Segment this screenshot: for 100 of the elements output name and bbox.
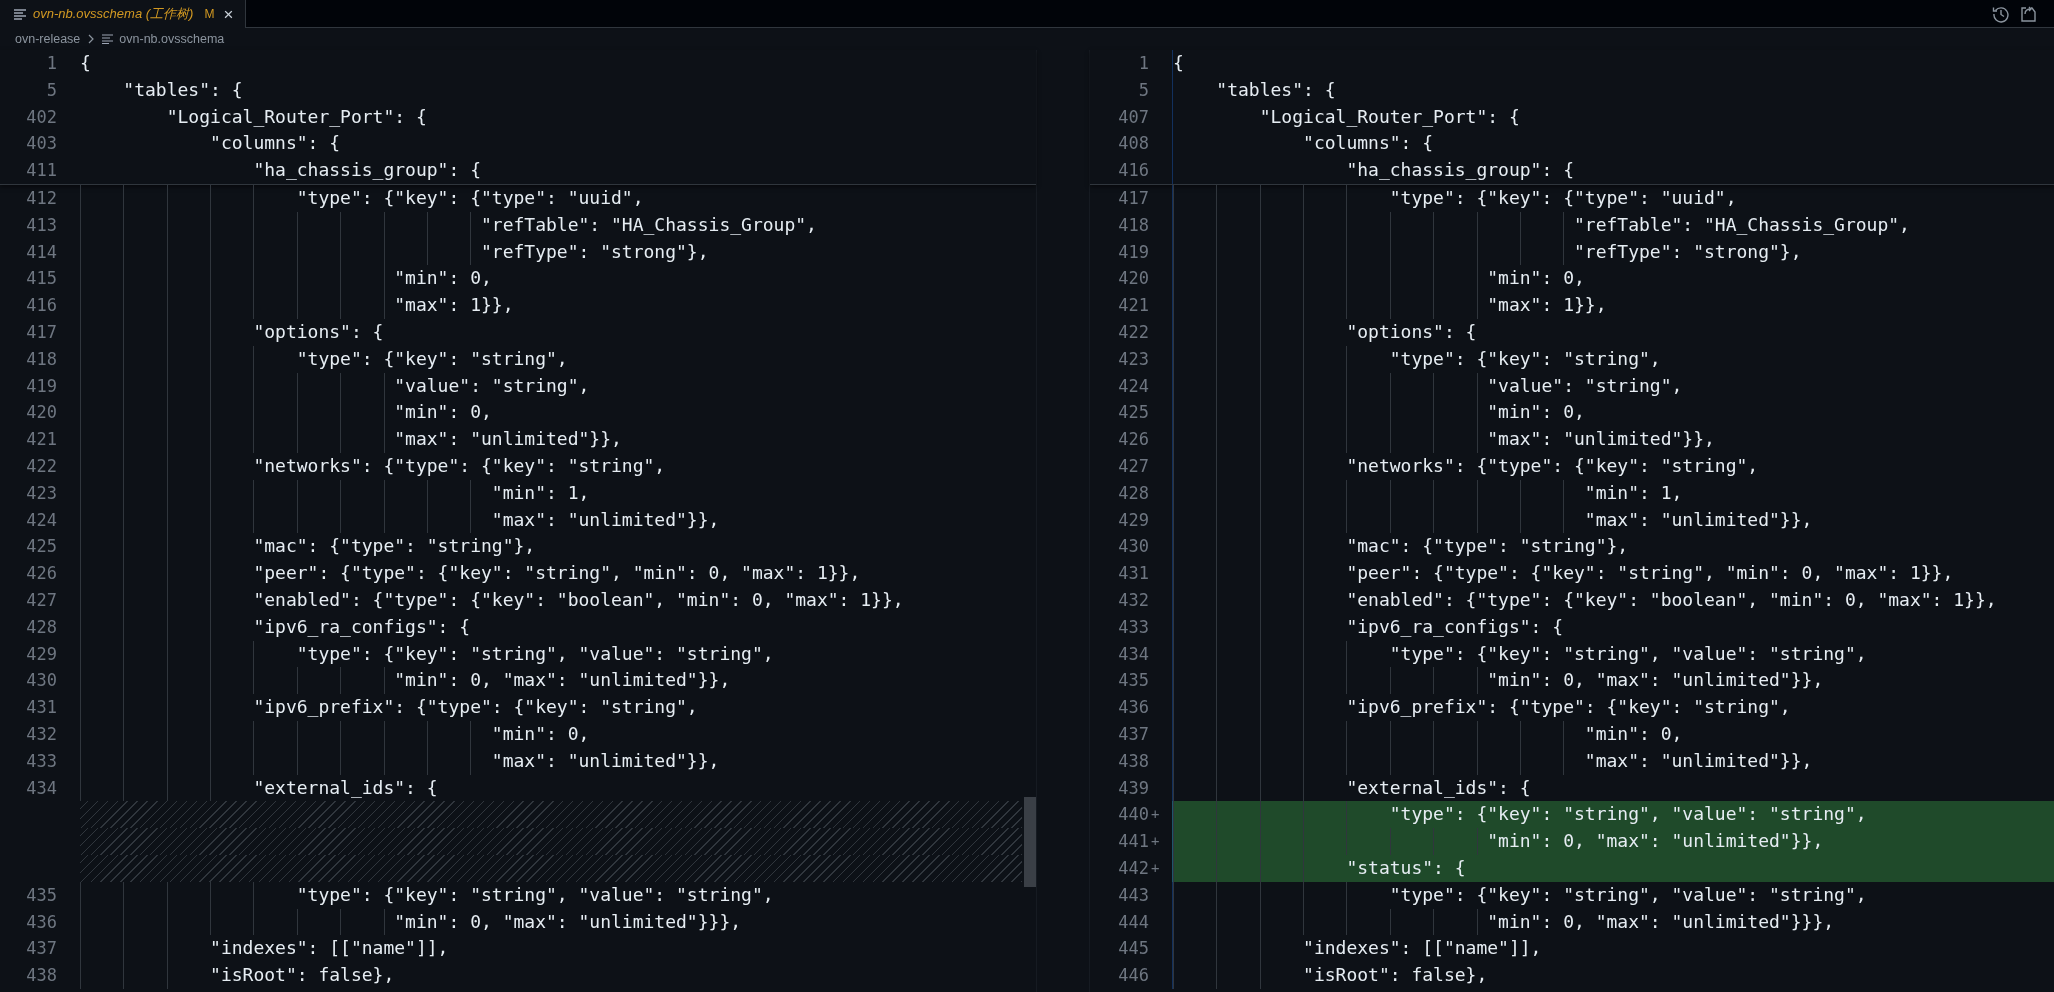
- editor-tab[interactable]: ovn-nb.ovsschema (工作树) M ×: [0, 0, 247, 28]
- line-number: 5: [45, 78, 57, 102]
- code-line: "refTable": "HA_Chassis_Group",: [1172, 211, 2054, 239]
- code-line: "ipv6_prefix": {"type": {"key": "string",: [80, 694, 1036, 721]
- line-number: 435: [25, 883, 57, 907]
- code-line: "min": 0, "max": "unlimited"}},: [80, 667, 1036, 695]
- line-number: 444: [1117, 910, 1149, 934]
- code-line: "external_ids": {: [80, 774, 1036, 802]
- scrollbar-thumb[interactable]: [1024, 797, 1036, 887]
- line-number: 422: [1117, 320, 1149, 344]
- line-number: 433: [1117, 615, 1149, 639]
- code-line: "min": 0,: [1172, 399, 2054, 427]
- line-number: 1: [45, 52, 57, 75]
- line-number: 427: [25, 588, 57, 612]
- code-line: "enabled": {"type": {"key": "boolean", "min": 0, "max": 1}},: [1172, 586, 2054, 614]
- line-number: 403: [25, 132, 57, 156]
- code-line: "ha_chassis_group": {: [252, 158, 482, 183]
- code-line: "min": 0,: [80, 399, 1036, 427]
- line-number: 1: [1137, 52, 1149, 75]
- code-line: "type": {"key": "string", "value": "string",: [1172, 640, 2054, 668]
- code-line: "columns": {: [1172, 130, 2054, 158]
- close-button[interactable]: ×: [221, 5, 236, 23]
- line-number: 428: [1117, 481, 1149, 505]
- code-line: "ha_chassis_group": {: [1172, 157, 2054, 184]
- code-line: "options": {: [1172, 318, 2054, 346]
- code-line: "ipv6_ra_configs": {: [80, 613, 1036, 641]
- code-line: "options": {: [80, 318, 1036, 346]
- code-line: "peer": {"type": {"key": "string", "min": 0, "max": 1}},: [1172, 560, 2054, 587]
- line-number: 417: [1117, 187, 1149, 210]
- line-number: 422: [25, 454, 57, 478]
- line-number: 418: [1117, 213, 1149, 237]
- code-line: "networks": {"type": {"key": "string",: [80, 452, 1036, 480]
- code-line: "max": "unlimited"}},: [80, 506, 1036, 534]
- history-icon[interactable]: [1992, 4, 2010, 23]
- code-line: "peer": {"type": {"key": "string", "min": 0, "max": 1}},: [80, 560, 1036, 587]
- code-line: "isRoot": false},: [80, 962, 1036, 989]
- code-line: "refType": "strong"},: [1172, 238, 2054, 266]
- code-line: "networks": {"type": {"key": "string",: [1172, 452, 2054, 480]
- code-line: "ipv6_prefix": {"type": {"key": "string",: [1172, 694, 2054, 721]
- code-line: "enabled": {"type": {"key": "boolean", "min": 0, "max": 1}},: [80, 586, 1036, 614]
- line-number: 423: [1117, 347, 1149, 371]
- code-line: "min": 0,: [1172, 265, 2054, 293]
- code-line: "indexes": [["name"]],: [1172, 935, 2054, 963]
- line-number: 421: [25, 428, 57, 452]
- code-line: "columns": {: [209, 131, 342, 156]
- line-number: 428: [25, 615, 57, 639]
- line-number: 426: [25, 562, 57, 586]
- code-line: "Logical_Router_Port": {: [165, 104, 428, 129]
- line-number: 414: [25, 240, 57, 264]
- line-number: 416: [1117, 159, 1149, 183]
- line-number: 434: [1117, 642, 1149, 666]
- line-number: 432: [25, 722, 57, 746]
- line-number: 438: [1117, 749, 1149, 773]
- code-line: "tables": {: [122, 77, 244, 102]
- line-number: 440: [1117, 803, 1149, 827]
- line-number: 423: [25, 481, 57, 505]
- breadcrumb-item[interactable]: ovn-release: [15, 32, 81, 46]
- line-number: 427: [1117, 454, 1149, 478]
- line-number: 402: [25, 105, 57, 129]
- code-line: "Logical_Router_Port": {: [1172, 103, 2054, 131]
- code-line: "type": {"key": "string",: [1172, 345, 2054, 373]
- code-line: "min": 0,: [1172, 720, 2054, 748]
- code-line: "type": {"key": "string", "value": "string",: [1172, 881, 2054, 909]
- code-line: "max": "unlimited"}},: [1172, 747, 2054, 775]
- line-number: 432: [1117, 588, 1149, 612]
- code-line: "mac": {"type": "string"},: [1172, 533, 2054, 561]
- open-file-icon[interactable]: [2020, 4, 2038, 23]
- line-number: 436: [1117, 696, 1149, 720]
- line-number: 424: [25, 508, 57, 532]
- code-line: "min": 0,: [80, 265, 1036, 293]
- code-line: {: [1172, 50, 2054, 77]
- code-line: "indexes": [["name"]],: [80, 935, 1036, 963]
- line-number: 424: [1117, 374, 1149, 398]
- code-line: "refTable": "HA_Chassis_Group",: [80, 211, 1036, 239]
- breadcrumb-item[interactable]: ovn-nb.ovsschema: [119, 32, 225, 46]
- code-line: "type": {"key": "string", "value": "string",: [80, 640, 1036, 668]
- line-number: 415: [25, 267, 57, 291]
- line-number: 420: [1117, 267, 1149, 291]
- line-number: 419: [25, 374, 57, 398]
- code-line: "max": "unlimited"}},: [80, 426, 1036, 453]
- line-number: 5: [1137, 78, 1149, 102]
- code-line: "isRoot": false},: [1172, 962, 2054, 989]
- line-number: 417: [25, 320, 57, 344]
- line-number: 434: [25, 776, 57, 800]
- line-number: 446: [1117, 964, 1149, 988]
- code-line: "value": "string",: [1172, 372, 2054, 400]
- code-line: "value": "string",: [80, 372, 1036, 400]
- line-number: 408: [1117, 132, 1149, 156]
- code-line: "max": "unlimited"}},: [80, 747, 1036, 775]
- added-marker: +: [1151, 806, 1160, 823]
- code-line: "type": {"key": "string",: [80, 345, 1036, 373]
- line-number: 413: [25, 213, 57, 237]
- code-line: {: [80, 51, 92, 75]
- line-number: 430: [25, 669, 57, 693]
- code-line: "min": 1,: [1172, 479, 2054, 507]
- code-line: "ipv6_ra_configs": {: [1172, 613, 2054, 641]
- line-number: 425: [25, 535, 57, 559]
- file-lines-icon: [14, 8, 26, 20]
- code-line: "min": 0, "max": "unlimited"}}},: [1172, 908, 2054, 936]
- line-number: 407: [1117, 105, 1149, 129]
